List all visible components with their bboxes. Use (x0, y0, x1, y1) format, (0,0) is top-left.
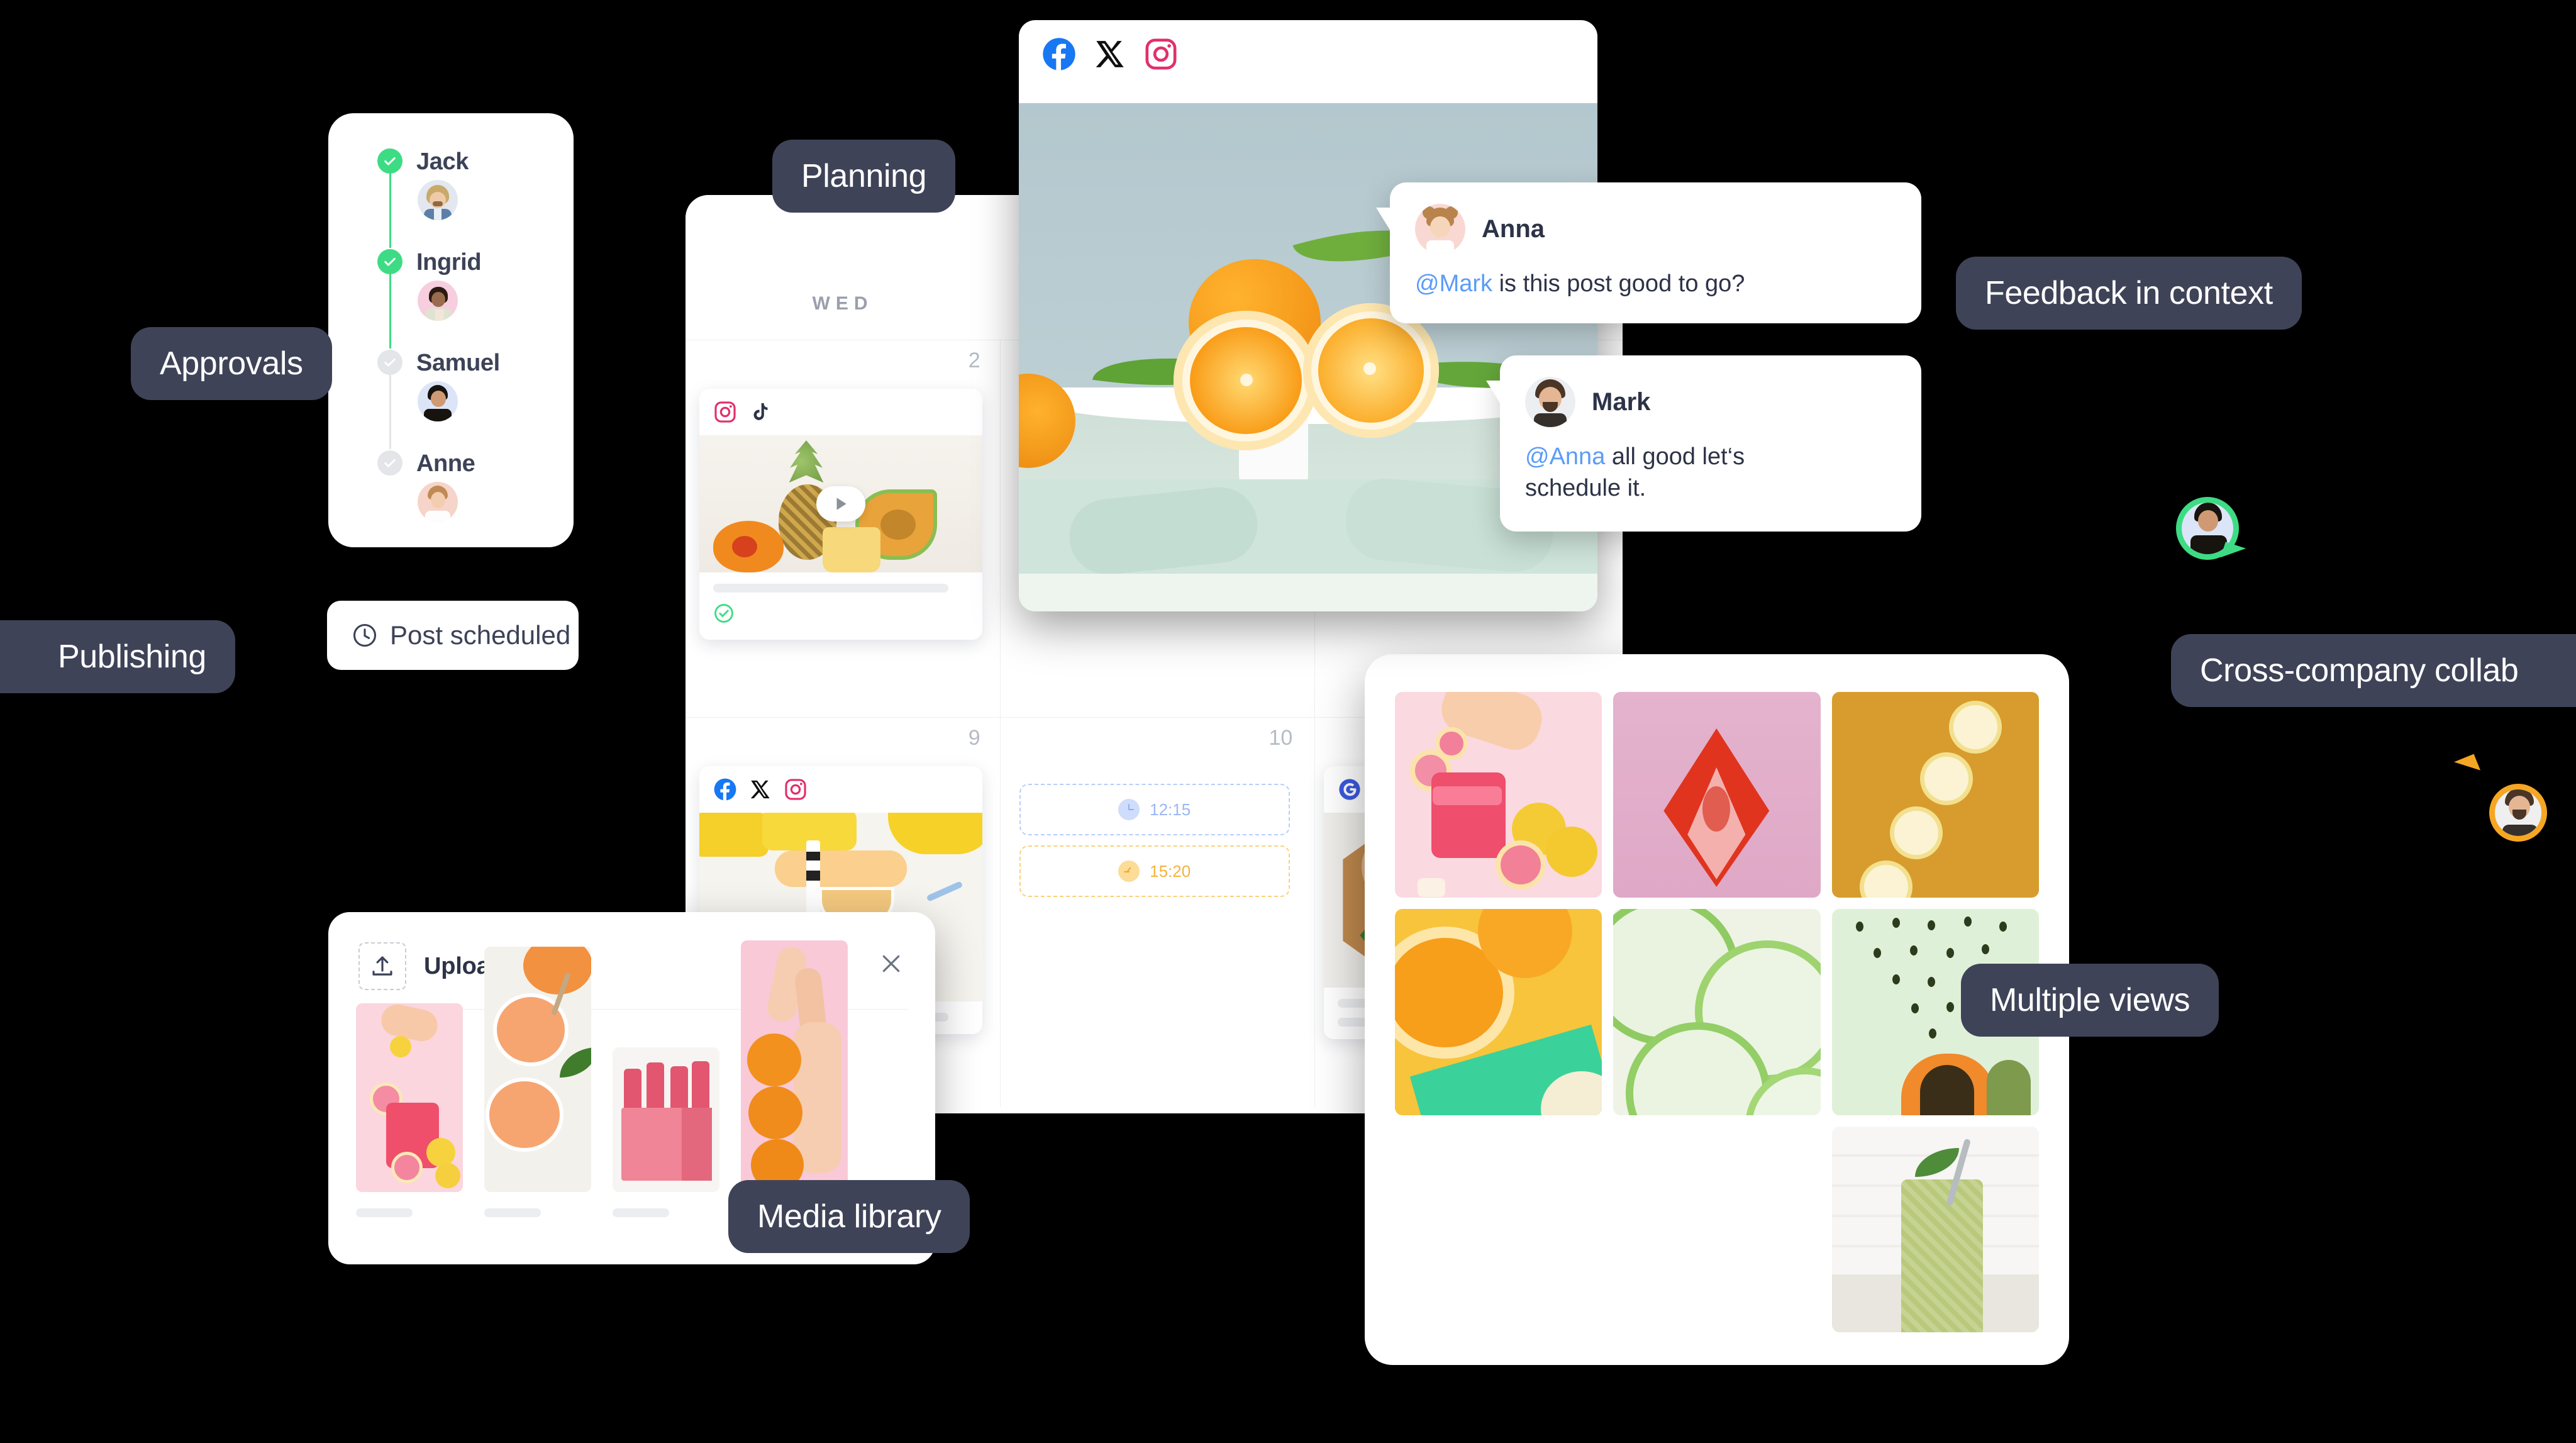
check-icon (377, 350, 402, 375)
cursor-pointer-icon (2220, 542, 2246, 564)
calendar-day-header: WED (812, 293, 874, 314)
media-tile-spacer (1395, 1127, 1602, 1332)
approver-name: Samuel (416, 350, 500, 376)
cursor-pointer-icon (2453, 754, 2481, 779)
approval-row[interactable]: Ingrid (377, 245, 561, 348)
instagram-icon[interactable] (1143, 36, 1179, 72)
hero-illustration-canvas: Jack Ingrid Samuel Anne Post scheduled W… (0, 0, 2576, 1443)
comment-author: Anna (1482, 214, 1545, 243)
media-tile[interactable] (1613, 909, 1821, 1115)
upload-icon (372, 956, 392, 976)
clock-icon (1118, 799, 1140, 820)
slot-time: 15:20 (1150, 861, 1191, 881)
approver-name: Anne (416, 450, 475, 477)
x-twitter-icon (750, 780, 770, 799)
timeline-connector (389, 170, 391, 248)
cursor-avatar-green (2176, 497, 2246, 564)
approved-check-icon (714, 604, 733, 623)
comment-author-row: Mark (1525, 377, 1896, 427)
calendar-day-cell[interactable]: 10 12:15 15:20 (998, 717, 1311, 1095)
slot-time: 12:15 (1150, 800, 1191, 819)
avatar (418, 281, 458, 321)
google-icon (1339, 779, 1360, 800)
thumbnail-caption-placeholder (356, 1208, 413, 1217)
comment-text: @Anna all good let‘s schedule it. (1525, 441, 1789, 504)
clock-icon (353, 623, 377, 647)
clock-icon (1118, 861, 1140, 882)
media-tile[interactable] (1395, 909, 1602, 1115)
mention[interactable]: @Anna (1525, 443, 1605, 470)
approvals-card: Jack Ingrid Samuel Anne (328, 113, 574, 547)
media-tile[interactable] (1395, 692, 1602, 898)
comment-text: @Mark is this post good to go? (1415, 268, 1896, 299)
label-feedback-in-context: Feedback in context (1956, 257, 2302, 330)
mention[interactable]: @Mark (1415, 270, 1492, 297)
network-icons (1019, 20, 1597, 88)
instagram-icon (785, 779, 806, 800)
play-icon[interactable] (816, 486, 865, 521)
instagram-icon (714, 401, 736, 423)
upload-thumbnail[interactable] (613, 1047, 719, 1217)
media-tile[interactable] (1831, 692, 2039, 898)
approver-name: Jack (416, 148, 469, 175)
avatar (1525, 377, 1575, 427)
network-icons (699, 766, 982, 813)
post-media-thumbnail (699, 435, 982, 572)
tiktok-icon (753, 403, 768, 420)
facebook-icon (714, 778, 736, 801)
approval-row[interactable]: Jack (377, 145, 561, 248)
upload-thumbnail[interactable] (356, 1003, 463, 1217)
post-scheduled-label: Post scheduled (390, 620, 571, 650)
avatar (1415, 204, 1465, 254)
post-scheduled-chip[interactable]: Post scheduled (327, 601, 579, 670)
comment-author-row: Anna (1415, 204, 1896, 254)
approval-row[interactable]: Anne (377, 447, 561, 547)
approver-name: Ingrid (416, 249, 482, 276)
avatar (418, 381, 458, 421)
label-cross-company-collab: Cross-company collab (2171, 634, 2576, 707)
media-tile-spacer (1613, 1127, 1820, 1332)
media-grid (1395, 692, 2039, 1332)
post-card-footer (699, 572, 982, 640)
scheduled-post-card[interactable] (699, 389, 982, 640)
avatar (418, 180, 458, 220)
facebook-icon[interactable] (1041, 36, 1077, 72)
label-publishing: Publishing (0, 620, 235, 693)
media-tile[interactable] (1831, 1126, 2039, 1332)
label-approvals: Approvals (131, 327, 332, 400)
upload-thumbnail[interactable] (484, 947, 591, 1217)
cursor-avatar-amber (2453, 754, 2547, 842)
thumbnail-caption-placeholder (613, 1208, 669, 1217)
close-icon[interactable] (879, 951, 904, 976)
check-icon (377, 148, 402, 174)
calendar-day-number: 2 (968, 348, 980, 372)
thumbnail-caption-placeholder (484, 1208, 541, 1217)
media-tile[interactable] (1613, 692, 1821, 898)
comment-author: Mark (1592, 387, 1651, 416)
calendar-day-number: 10 (1269, 726, 1293, 750)
upload-thumbnail[interactable] (741, 940, 848, 1217)
timeline-connector (389, 270, 391, 348)
comment-bubble[interactable]: Anna @Mark is this post good to go? (1376, 182, 1921, 324)
calendar-day-number: 9 (968, 726, 980, 750)
upload-dropzone[interactable] (358, 942, 406, 990)
approval-timeline: Jack Ingrid Samuel Anne (377, 145, 561, 547)
timeline-connector (389, 371, 391, 449)
empty-time-slot[interactable]: 15:20 (1019, 845, 1290, 897)
check-icon (377, 450, 402, 476)
empty-time-slot[interactable]: 12:15 (1019, 784, 1290, 835)
approval-row[interactable]: Samuel (377, 346, 561, 449)
comment-bubble[interactable]: Mark @Anna all good let‘s schedule it. (1486, 355, 1921, 532)
label-multiple-views: Multiple views (1961, 964, 2219, 1037)
label-planning: Planning (772, 140, 956, 213)
check-icon (377, 249, 402, 274)
x-twitter-icon[interactable] (1094, 38, 1126, 70)
avatar (418, 482, 458, 522)
calendar-day-cell[interactable]: 2 (686, 340, 998, 717)
comment-body: is this post good to go? (1492, 270, 1745, 297)
network-icons (699, 389, 982, 435)
label-media-library: Media library (728, 1180, 970, 1253)
